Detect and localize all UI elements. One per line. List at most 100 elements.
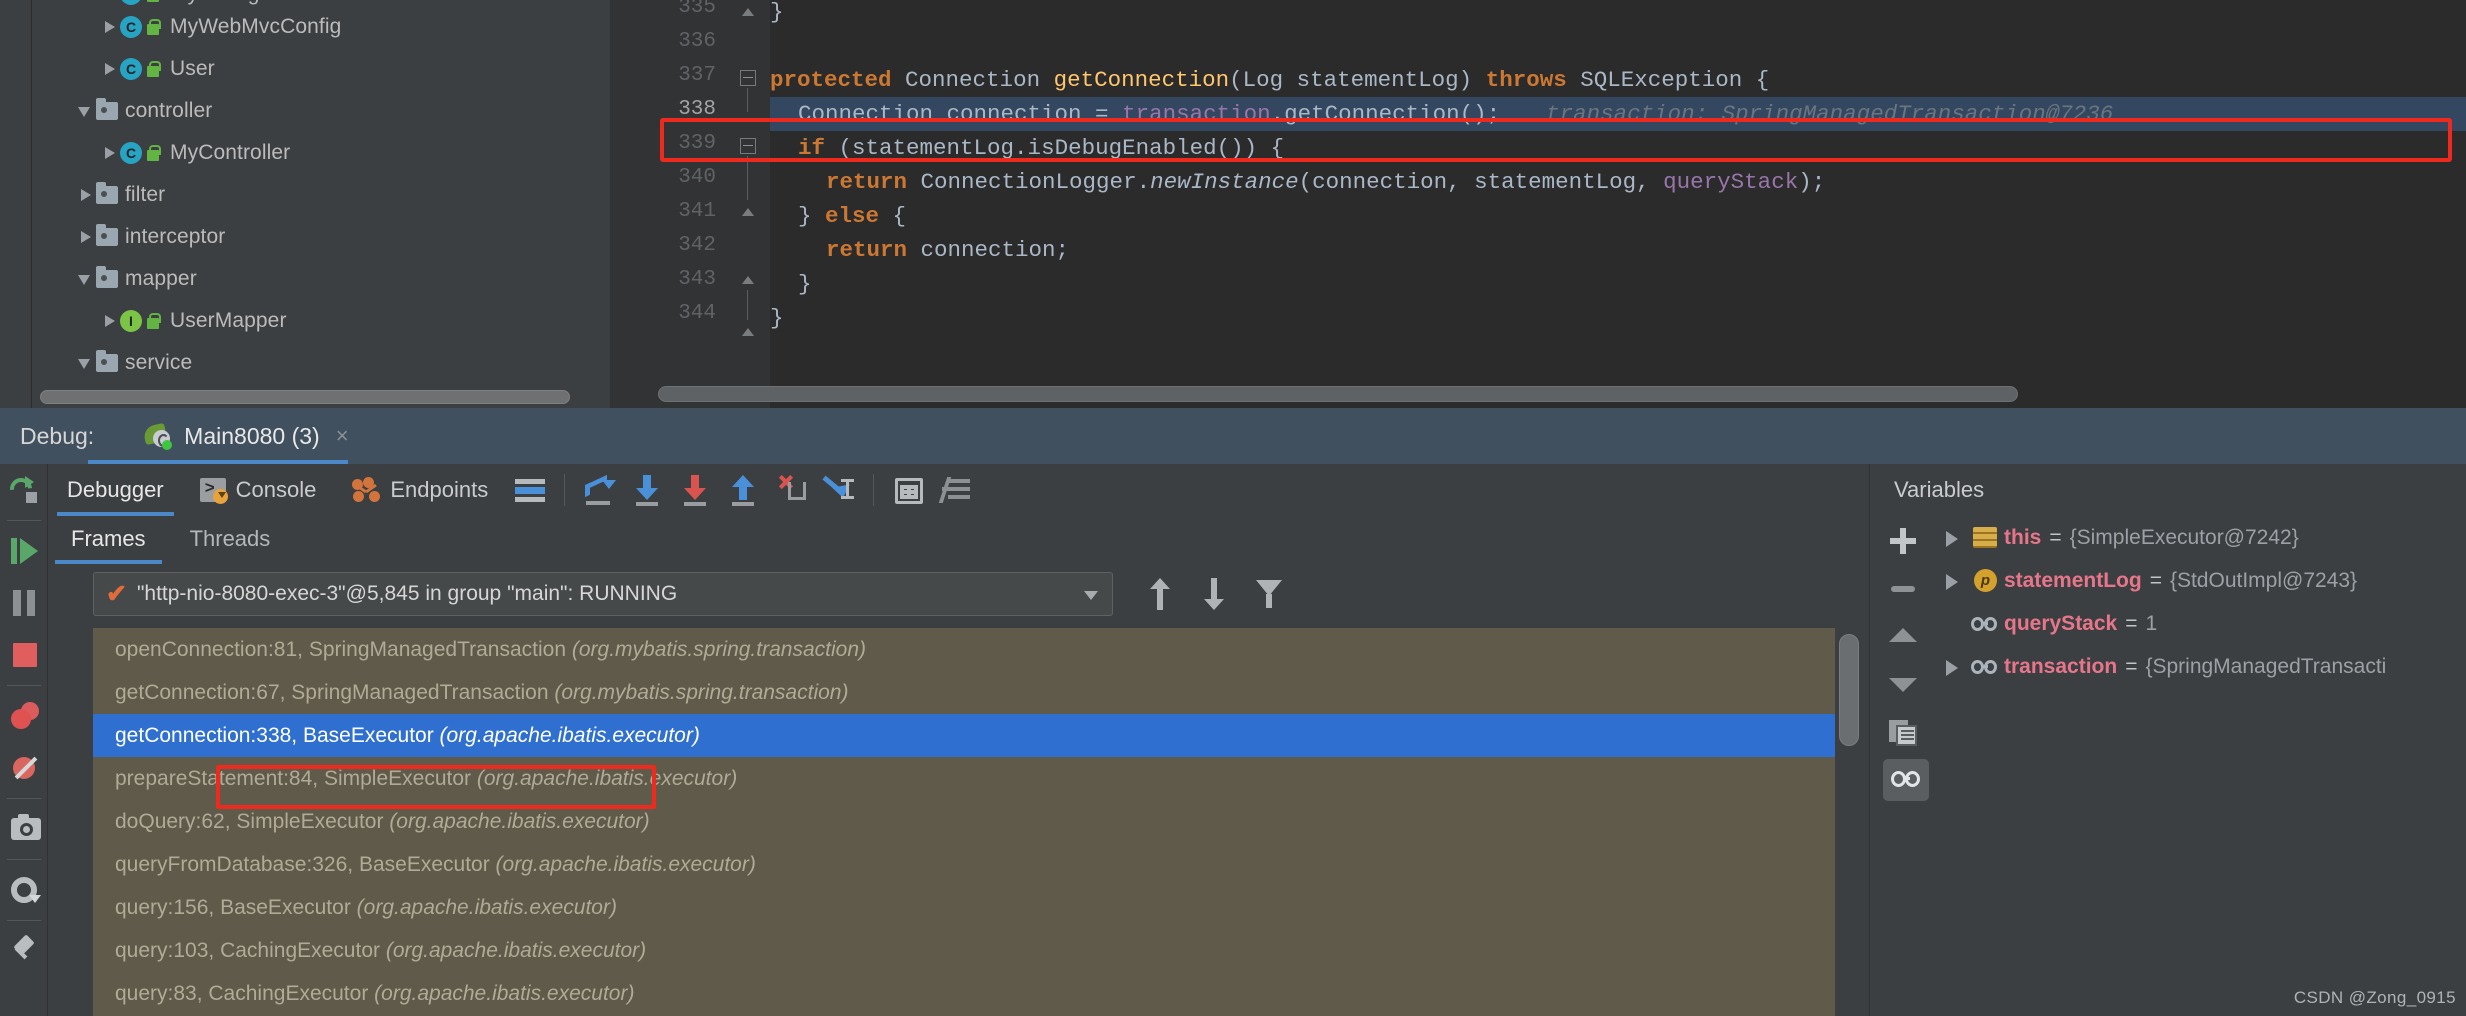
frame-package: (org.apache.ibatis.executor): [356, 896, 617, 919]
tab-frames[interactable]: Frames: [49, 526, 168, 564]
code-line[interactable]: }: [770, 301, 784, 335]
pin-tab-button[interactable]: [0, 925, 48, 977]
chevron-down-icon[interactable]: [74, 268, 96, 290]
tree-item[interactable]: C User: [32, 48, 610, 90]
step-over-button[interactable]: [575, 464, 623, 516]
chevron-right-icon[interactable]: [98, 0, 120, 5]
code-editor[interactable]: 335 336 337 338 339 340 341 342 343 344: [610, 0, 2466, 408]
frames-tabs[interactable]: Frames Threads: [49, 516, 1869, 564]
frame-row[interactable]: openConnection:81, SpringManagedTransact…: [93, 628, 1835, 671]
chevron-right-icon[interactable]: [1936, 559, 1970, 602]
code-line[interactable]: return connection;: [770, 233, 1069, 267]
chevron-right-icon[interactable]: [98, 310, 120, 332]
drop-frame-button[interactable]: [767, 464, 815, 516]
code-line[interactable]: protected Connection getConnection(Log s…: [770, 63, 1769, 97]
frame-row[interactable]: queryFromDatabase:326, BaseExecutor (org…: [93, 843, 1835, 886]
move-frame-down-button[interactable]: [1189, 572, 1237, 616]
fold-end-icon[interactable]: [738, 322, 758, 342]
debugger-settings-button[interactable]: [932, 464, 980, 516]
tree-item[interactable]: C MyController: [32, 132, 610, 174]
fold-collapse-icon[interactable]: [738, 68, 758, 88]
frame-row[interactable]: query:83, CachingExecutor (org.apache.ib…: [93, 972, 1835, 1015]
tab-threads[interactable]: Threads: [168, 526, 293, 564]
tree-item[interactable]: C MyWebMvcConfig: [32, 6, 610, 48]
chevron-down-icon[interactable]: [74, 352, 96, 374]
copy-value-button[interactable]: [1870, 708, 1936, 756]
pause-program-button[interactable]: [0, 577, 48, 629]
stop-button[interactable]: [0, 629, 48, 681]
call-stack-frames-list[interactable]: openConnection:81, SpringManagedTransact…: [93, 628, 1835, 1016]
chevron-right-icon[interactable]: [1936, 516, 1970, 559]
chevron-right-icon[interactable]: [74, 184, 96, 206]
frame-row-selected[interactable]: getConnection:338, BaseExecutor (org.apa…: [93, 714, 1835, 757]
editor-fold-column[interactable]: [730, 0, 770, 408]
frame-row[interactable]: query:103, CachingExecutor (org.apache.i…: [93, 929, 1835, 972]
screenshot-button[interactable]: [0, 803, 48, 855]
debug-session-tab[interactable]: Main8080 (3) ×: [134, 408, 358, 464]
chevron-right-icon[interactable]: [1936, 645, 1970, 688]
variable-row[interactable]: transaction = {SpringManagedTransacti: [1936, 645, 2466, 688]
chevron-down-icon[interactable]: [74, 100, 96, 122]
move-watch-up-button[interactable]: [1870, 612, 1936, 660]
step-out-button[interactable]: [719, 464, 767, 516]
evaluate-expression-button[interactable]: [884, 464, 932, 516]
chevron-down-icon[interactable]: [1084, 591, 1098, 600]
fold-end-icon[interactable]: [738, 270, 758, 290]
editor-horizontal-scrollbar[interactable]: [658, 386, 2018, 402]
move-watch-down-button[interactable]: [1870, 660, 1936, 708]
debug-side-toolbar[interactable]: [0, 464, 48, 1016]
code-line-current[interactable]: Connection connection = transaction.getC…: [770, 97, 2466, 131]
tree-item-mapper[interactable]: mapper: [32, 258, 610, 300]
frame-row[interactable]: doQuery:62, SimpleExecutor (org.apache.i…: [93, 800, 1835, 843]
variables-toolbar[interactable]: [1870, 516, 1936, 1016]
code-text-area[interactable]: } protected Connection getConnection(Log…: [770, 0, 2466, 408]
force-step-into-button[interactable]: [671, 464, 719, 516]
code-line[interactable]: }: [770, 0, 784, 29]
layout-settings-button[interactable]: [506, 464, 554, 516]
tab-debugger[interactable]: Debugger: [49, 464, 182, 516]
tree-item-interceptor[interactable]: interceptor: [32, 216, 610, 258]
fold-end-icon[interactable]: [738, 202, 758, 222]
variables-tree[interactable]: this = {SimpleExecutor@7242} p statement…: [1936, 516, 2466, 1016]
variable-row[interactable]: p statementLog = {StdOutImpl@7243}: [1936, 559, 2466, 602]
variable-row[interactable]: queryStack = 1: [1936, 602, 2466, 645]
mute-breakpoints-button[interactable]: [0, 742, 48, 794]
chevron-right-icon[interactable]: [74, 226, 96, 248]
project-tree-horizontal-scrollbar[interactable]: [40, 390, 570, 404]
thread-selector[interactable]: ✔ "http-nio-8080-exec-3"@5,845 in group …: [93, 572, 1113, 616]
step-into-button[interactable]: [623, 464, 671, 516]
chevron-right-icon[interactable]: [98, 142, 120, 164]
frame-row[interactable]: prepareStatement:84, SimpleExecutor (org…: [93, 757, 1835, 800]
chevron-right-icon[interactable]: [98, 16, 120, 38]
variable-row[interactable]: this = {SimpleExecutor@7242}: [1936, 516, 2466, 559]
rerun-button[interactable]: [0, 464, 48, 516]
run-to-cursor-button[interactable]: [815, 464, 863, 516]
add-watch-button[interactable]: [1870, 516, 1936, 564]
chevron-right-icon[interactable]: [98, 58, 120, 80]
editor-gutter[interactable]: 335 336 337 338 339 340 341 342 343 344: [610, 0, 730, 408]
close-icon[interactable]: ×: [336, 423, 349, 449]
fold-end-icon[interactable]: [738, 2, 758, 22]
filter-frames-button[interactable]: [1243, 572, 1291, 616]
frame-row[interactable]: query:156, BaseExecutor (org.apache.ibat…: [93, 886, 1835, 929]
move-frame-up-button[interactable]: [1135, 572, 1183, 616]
resume-program-button[interactable]: [0, 525, 48, 577]
tab-endpoints[interactable]: Endpoints: [334, 464, 506, 516]
view-breakpoints-button[interactable]: [0, 690, 48, 742]
settings-button[interactable]: [0, 864, 48, 916]
code-line[interactable]: if (statementLog.isDebugEnabled()) {: [770, 131, 1284, 165]
toggle-watches-button[interactable]: [1870, 756, 1936, 808]
tree-item-service[interactable]: service: [32, 342, 610, 384]
tree-item-controller[interactable]: controller: [32, 90, 610, 132]
fold-collapse-icon[interactable]: [738, 136, 758, 156]
remove-watch-button[interactable]: [1870, 564, 1936, 612]
code-line[interactable]: }: [770, 267, 812, 301]
tab-console[interactable]: > Console: [182, 464, 335, 516]
frames-vertical-scrollbar[interactable]: [1839, 634, 1859, 746]
code-line[interactable]: } else {: [770, 199, 906, 233]
project-tree[interactable]: C MyConfig C MyWebMvcConfig C User contr…: [32, 0, 610, 386]
tree-item[interactable]: I UserMapper: [32, 300, 610, 342]
tree-item-filter[interactable]: filter: [32, 174, 610, 216]
code-line[interactable]: return ConnectionLogger.newInstance(conn…: [770, 165, 1825, 199]
frame-row[interactable]: getConnection:67, SpringManagedTransacti…: [93, 671, 1835, 714]
